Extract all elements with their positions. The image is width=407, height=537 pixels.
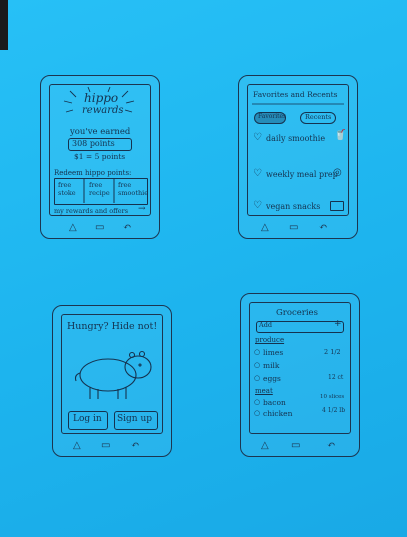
hippo-drawing-icon bbox=[74, 350, 152, 399]
grocery-item-qty: 4 1/2 lb bbox=[322, 407, 346, 414]
back-triangle-icon[interactable]: △ bbox=[261, 222, 269, 234]
grocery-item-qty: 2 1/2 bbox=[324, 348, 341, 356]
radio-circle-icon[interactable]: ○ bbox=[254, 348, 260, 356]
grocery-item-qty: 10 slices bbox=[320, 394, 345, 400]
home-square-icon[interactable]: ▭ bbox=[101, 440, 110, 452]
groceries-screen: Groceries Add + produce ○ limes 2 1/2 ○ … bbox=[249, 302, 351, 434]
meal-bowl-icon: ◎ bbox=[333, 167, 342, 178]
grocery-item-label[interactable]: eggs bbox=[263, 374, 281, 383]
smoothie-cup-icon: 🥤 bbox=[334, 130, 347, 141]
option-free-stoke[interactable]: free stoke bbox=[58, 181, 82, 197]
grocery-item-qty: 12 ct bbox=[328, 374, 344, 381]
dark-corner-edge bbox=[0, 0, 8, 50]
radio-circle-icon[interactable]: ○ bbox=[254, 361, 260, 369]
fav-item-weekly-meal-prep[interactable]: weekly meal prep bbox=[266, 170, 338, 179]
login-headline: Hungry? Hide not! bbox=[67, 321, 158, 332]
snack-box-icon bbox=[330, 201, 344, 211]
earned-label: you've earned bbox=[70, 127, 131, 137]
favorites-phone-sketch: Favorites and Recents Favorites Recents … bbox=[238, 75, 358, 239]
grocery-item-label[interactable]: bacon bbox=[263, 398, 286, 407]
title-underline bbox=[252, 103, 344, 105]
heart-icon[interactable]: ♡ bbox=[253, 168, 262, 179]
points-conversion: $1 = 5 points bbox=[74, 152, 126, 161]
groceries-phone-sketch: Groceries Add + produce ○ limes 2 1/2 ○ … bbox=[240, 293, 360, 457]
link-arrow-icon: → bbox=[138, 204, 146, 214]
rewards-phone-sketch: hippo rewards you've earned 308 points $… bbox=[40, 75, 160, 239]
back-arrow-icon[interactable]: ↶ bbox=[123, 222, 131, 234]
grocery-item-label[interactable]: chicken bbox=[263, 409, 292, 418]
favorites-screen: Favorites and Recents Favorites Recents … bbox=[247, 84, 349, 216]
signup-button-label: Sign up bbox=[117, 414, 153, 424]
add-item-placeholder: Add bbox=[259, 321, 273, 329]
favorites-navbar: △ ▭ ↶ bbox=[239, 220, 357, 234]
tab-favorites-label: Favorites bbox=[258, 113, 287, 120]
login-navbar: △ ▭ ↶ bbox=[53, 438, 171, 452]
radio-circle-icon[interactable]: ○ bbox=[254, 409, 260, 417]
my-rewards-link[interactable]: my rewards and offers bbox=[54, 207, 128, 215]
back-arrow-icon[interactable]: ↶ bbox=[319, 222, 327, 234]
radio-circle-icon[interactable]: ○ bbox=[254, 374, 260, 382]
section-meat: meat bbox=[255, 387, 273, 395]
rewards-screen: hippo rewards you've earned 308 points $… bbox=[49, 84, 151, 216]
back-triangle-icon[interactable]: △ bbox=[69, 222, 77, 234]
home-square-icon[interactable]: ▭ bbox=[289, 222, 298, 234]
groceries-title: Groceries bbox=[276, 308, 318, 318]
logo-word-hippo: hippo bbox=[84, 91, 119, 105]
login-button-label: Log in bbox=[73, 414, 102, 424]
heart-icon[interactable]: ♡ bbox=[253, 200, 262, 211]
back-arrow-icon[interactable]: ↶ bbox=[131, 440, 139, 452]
login-phone-sketch: Hungry? Hide not! Log in Sign up △ ▭ ↶ bbox=[52, 305, 172, 457]
option-free-smoothie[interactable]: free smoothie bbox=[118, 181, 148, 197]
tab-recents-label: Recents bbox=[305, 113, 332, 121]
option-free-recipe[interactable]: free recipe bbox=[89, 181, 113, 197]
logo-word-rewards: rewards bbox=[82, 105, 124, 116]
heart-icon[interactable]: ♡ bbox=[253, 132, 262, 143]
fav-item-daily-smoothie[interactable]: daily smoothie bbox=[266, 134, 325, 143]
section-produce: produce bbox=[255, 336, 285, 344]
fav-item-vegan-snacks[interactable]: vegan snacks bbox=[266, 202, 320, 211]
back-arrow-icon[interactable]: ↶ bbox=[327, 440, 335, 452]
groceries-navbar: △ ▭ ↶ bbox=[241, 438, 359, 452]
back-triangle-icon[interactable]: △ bbox=[73, 440, 81, 452]
favorites-title: Favorites and Recents bbox=[253, 90, 338, 99]
back-triangle-icon[interactable]: △ bbox=[261, 440, 269, 452]
plus-icon[interactable]: + bbox=[334, 319, 342, 329]
login-screen: Hungry? Hide not! Log in Sign up bbox=[61, 314, 163, 434]
home-square-icon[interactable]: ▭ bbox=[95, 222, 104, 234]
home-square-icon[interactable]: ▭ bbox=[291, 440, 300, 452]
points-value: 308 points bbox=[72, 139, 115, 148]
grocery-item-label[interactable]: milk bbox=[263, 361, 279, 370]
grocery-item-label[interactable]: limes bbox=[263, 348, 283, 357]
redeem-heading: Redeem hippo points: bbox=[54, 169, 132, 177]
rewards-navbar: △ ▭ ↶ bbox=[41, 220, 159, 234]
radio-circle-icon[interactable]: ○ bbox=[254, 398, 260, 406]
